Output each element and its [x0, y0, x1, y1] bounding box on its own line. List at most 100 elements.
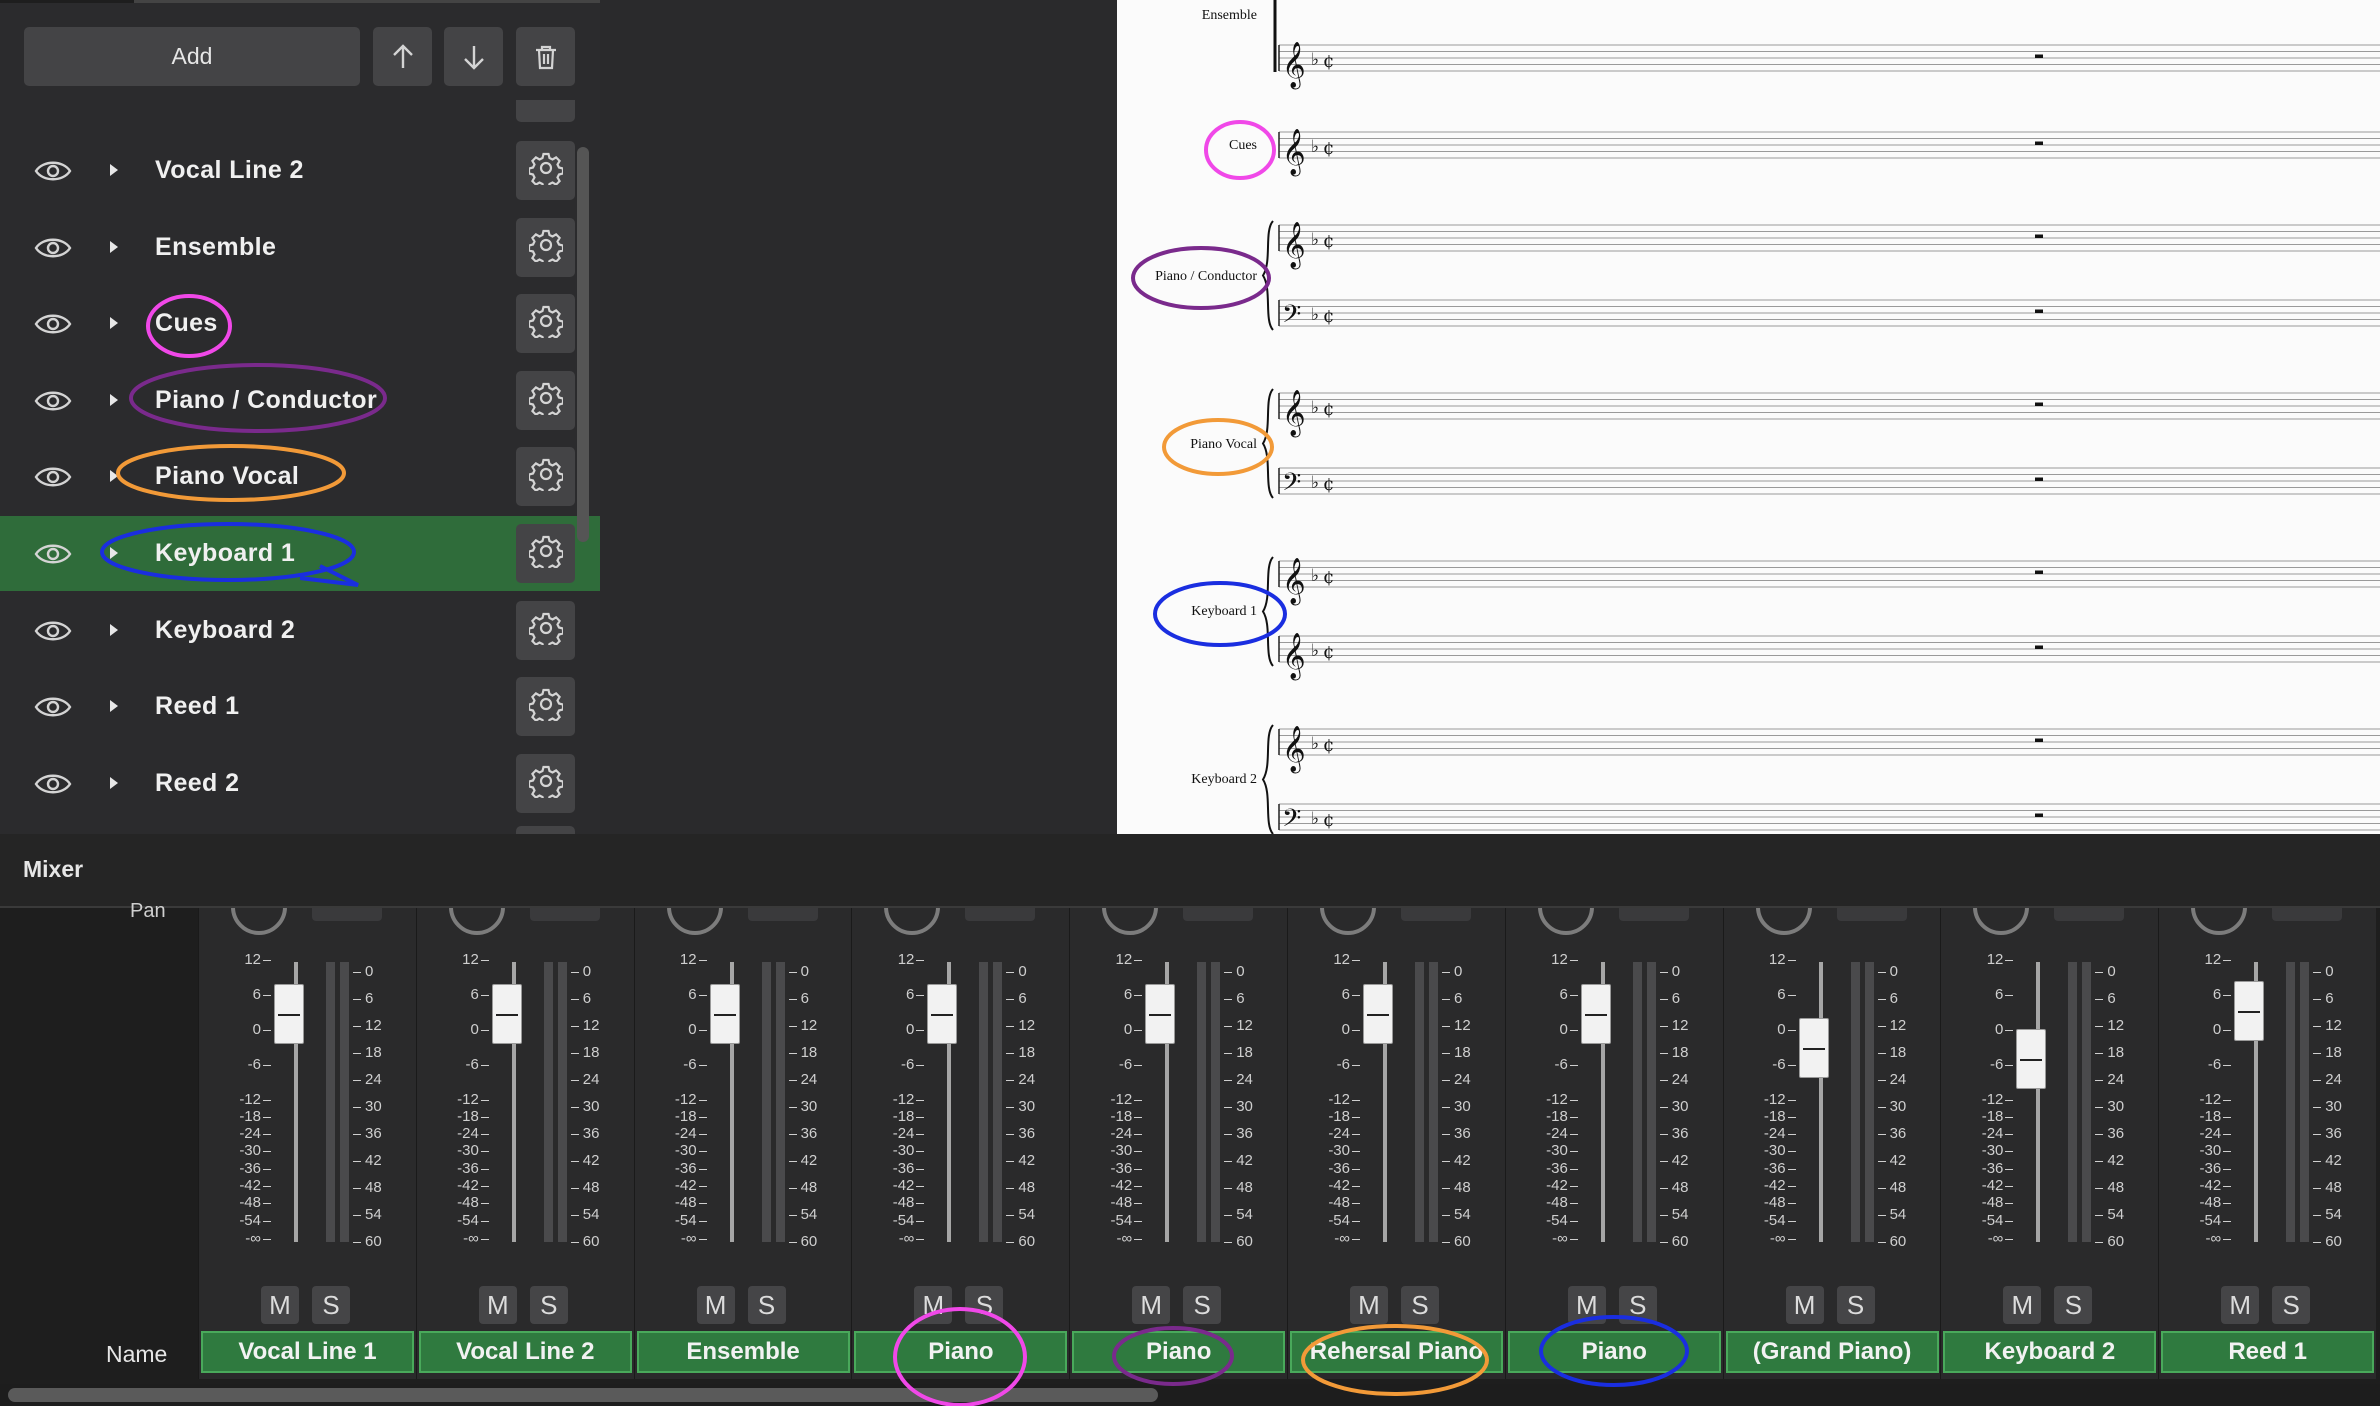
- instrument-settings-button[interactable]: [516, 217, 575, 277]
- channel-name[interactable]: Piano: [1072, 1331, 1286, 1373]
- mute-button[interactable]: M: [1567, 1286, 1606, 1324]
- instrument-settings-button[interactable]: [516, 677, 575, 737]
- volume-fader[interactable]: [709, 984, 740, 1044]
- instrument-row[interactable]: Reed 1: [0, 669, 600, 744]
- channel-name[interactable]: Vocal Line 2: [418, 1331, 632, 1373]
- channel-name[interactable]: Reed 1: [2161, 1331, 2375, 1373]
- mute-button[interactable]: M: [1132, 1286, 1171, 1324]
- instrument-settings-button[interactable]: [516, 294, 575, 354]
- gain-scale-tick: -36: [457, 1160, 479, 1177]
- staff-label[interactable]: Cues: [1229, 138, 1257, 154]
- tick-mark: [1442, 999, 1450, 1000]
- channel-name[interactable]: Keyboard 2: [1943, 1331, 2157, 1373]
- mute-button[interactable]: M: [914, 1286, 953, 1324]
- instrument-row[interactable]: Vocal Line 2: [0, 133, 600, 208]
- visibility-eye-icon[interactable]: [33, 387, 73, 415]
- expand-triangle-icon[interactable]: [110, 164, 118, 176]
- expand-triangle-icon[interactable]: [110, 623, 118, 636]
- instrument-settings-button[interactable]: [516, 447, 575, 507]
- visibility-eye-icon[interactable]: [33, 770, 73, 798]
- expand-triangle-icon[interactable]: [110, 317, 118, 330]
- instrument-row[interactable]: Piano Vocal: [0, 439, 600, 514]
- staff-label[interactable]: Keyboard 1: [1191, 604, 1257, 620]
- instrument-settings-button[interactable]: [516, 600, 575, 660]
- instrument-settings-button[interactable]: [516, 524, 575, 583]
- volume-fader[interactable]: [2016, 1028, 2047, 1089]
- move-up-button[interactable]: [373, 27, 432, 86]
- instrument-settings-button-partial[interactable]: [516, 826, 575, 834]
- volume-fader[interactable]: [1580, 984, 1611, 1044]
- instrument-settings-button[interactable]: [516, 753, 575, 813]
- solo-button[interactable]: S: [529, 1286, 568, 1324]
- visibility-eye-icon[interactable]: [33, 617, 73, 645]
- volume-fader[interactable]: [2234, 981, 2265, 1042]
- volume-fader[interactable]: [927, 984, 958, 1044]
- mute-button[interactable]: M: [478, 1286, 517, 1324]
- panel-tab-active[interactable]: [0, 0, 134, 3]
- visibility-eye-icon[interactable]: [33, 693, 73, 721]
- channel-name[interactable]: Vocal Line 1: [201, 1331, 414, 1373]
- expand-triangle-icon[interactable]: [110, 700, 118, 713]
- volume-fader[interactable]: [1363, 984, 1393, 1044]
- delete-instrument-button[interactable]: [516, 27, 575, 86]
- instrument-row[interactable]: Piano / Conductor: [0, 363, 600, 438]
- channel-name[interactable]: Piano: [854, 1331, 1068, 1373]
- score-view[interactable]: 𝄞 ♭ ¢ 𝄞 ♭ ¢ 𝄞 ♭ ¢ 𝄢 ♭ ¢ 𝄞 ♭ ¢ 𝄢 ♭ ¢ 𝄞 ♭ ¢ 𝄞 ♭ ¢ 𝄞 ♭ ¢ 𝄢 ♭ ¢ Ensemble C…: [1117, 0, 2380, 834]
- instrument-list-scrollbar[interactable]: [577, 147, 589, 542]
- instrument-row[interactable]: Keyboard 2: [0, 593, 600, 668]
- expand-triangle-icon[interactable]: [110, 776, 118, 789]
- staff-label[interactable]: Keyboard 2: [1191, 772, 1257, 788]
- instrument-settings-button[interactable]: [516, 370, 575, 430]
- move-down-button[interactable]: [444, 27, 503, 86]
- mute-button[interactable]: M: [1350, 1286, 1388, 1324]
- staff-label[interactable]: Ensemble: [1202, 8, 1257, 24]
- expand-triangle-icon[interactable]: [110, 547, 118, 559]
- gain-scale-tick: 0: [1995, 1021, 2004, 1038]
- instrument-settings-button[interactable]: [516, 141, 575, 200]
- tick-mark: [916, 1065, 925, 1066]
- volume-fader[interactable]: [1145, 984, 1176, 1044]
- instrument-row[interactable]: Keyboard 1: [0, 516, 600, 591]
- expand-triangle-icon[interactable]: [110, 470, 118, 483]
- solo-button[interactable]: S: [1836, 1286, 1875, 1324]
- channel-name[interactable]: (Grand Piano): [1725, 1331, 1939, 1373]
- instrument-row[interactable]: Cues: [0, 286, 600, 361]
- tick-mark: [1569, 1134, 1578, 1135]
- visibility-eye-icon[interactable]: [33, 157, 73, 185]
- meter-scale-tick: 18: [2325, 1044, 2342, 1061]
- solo-button[interactable]: S: [965, 1286, 1004, 1324]
- visibility-eye-icon[interactable]: [33, 540, 73, 568]
- volume-fader[interactable]: [274, 984, 304, 1044]
- add-instrument-button[interactable]: Add: [24, 27, 360, 86]
- expand-triangle-icon[interactable]: [110, 240, 118, 253]
- tick-mark: [353, 1053, 361, 1054]
- instrument-row[interactable]: Ensemble: [0, 210, 600, 285]
- solo-button[interactable]: S: [2272, 1286, 2311, 1324]
- mute-button[interactable]: M: [2221, 1286, 2260, 1324]
- mixer-horizontal-scrollbar[interactable]: [8, 1388, 1158, 1402]
- expand-triangle-icon[interactable]: [110, 393, 118, 406]
- instrument-row[interactable]: Reed 2: [0, 746, 600, 821]
- solo-button[interactable]: S: [747, 1286, 786, 1324]
- solo-button[interactable]: S: [2054, 1286, 2093, 1324]
- visibility-eye-icon[interactable]: [33, 234, 73, 262]
- staff-label[interactable]: Piano / Conductor: [1155, 269, 1257, 285]
- mute-button[interactable]: M: [696, 1286, 735, 1324]
- mute-button[interactable]: M: [1785, 1286, 1824, 1324]
- solo-button[interactable]: S: [1183, 1286, 1222, 1324]
- visibility-eye-icon[interactable]: [33, 463, 73, 491]
- solo-button[interactable]: S: [1401, 1286, 1439, 1324]
- volume-fader[interactable]: [1798, 1017, 1829, 1078]
- mute-button[interactable]: M: [2003, 1286, 2042, 1324]
- instrument-settings-button-partial[interactable]: [516, 100, 575, 122]
- staff-label[interactable]: Piano Vocal: [1190, 437, 1257, 453]
- solo-button[interactable]: S: [312, 1286, 350, 1324]
- visibility-eye-icon[interactable]: [33, 310, 73, 338]
- channel-name[interactable]: Ensemble: [636, 1331, 850, 1373]
- volume-fader[interactable]: [491, 984, 522, 1044]
- channel-name[interactable]: Rehersal Piano: [1290, 1331, 1503, 1373]
- mute-button[interactable]: M: [261, 1286, 299, 1324]
- svg-text:𝄞: 𝄞: [1282, 633, 1306, 681]
- channel-name[interactable]: Piano: [1507, 1331, 1721, 1373]
- solo-button[interactable]: S: [1618, 1286, 1657, 1324]
